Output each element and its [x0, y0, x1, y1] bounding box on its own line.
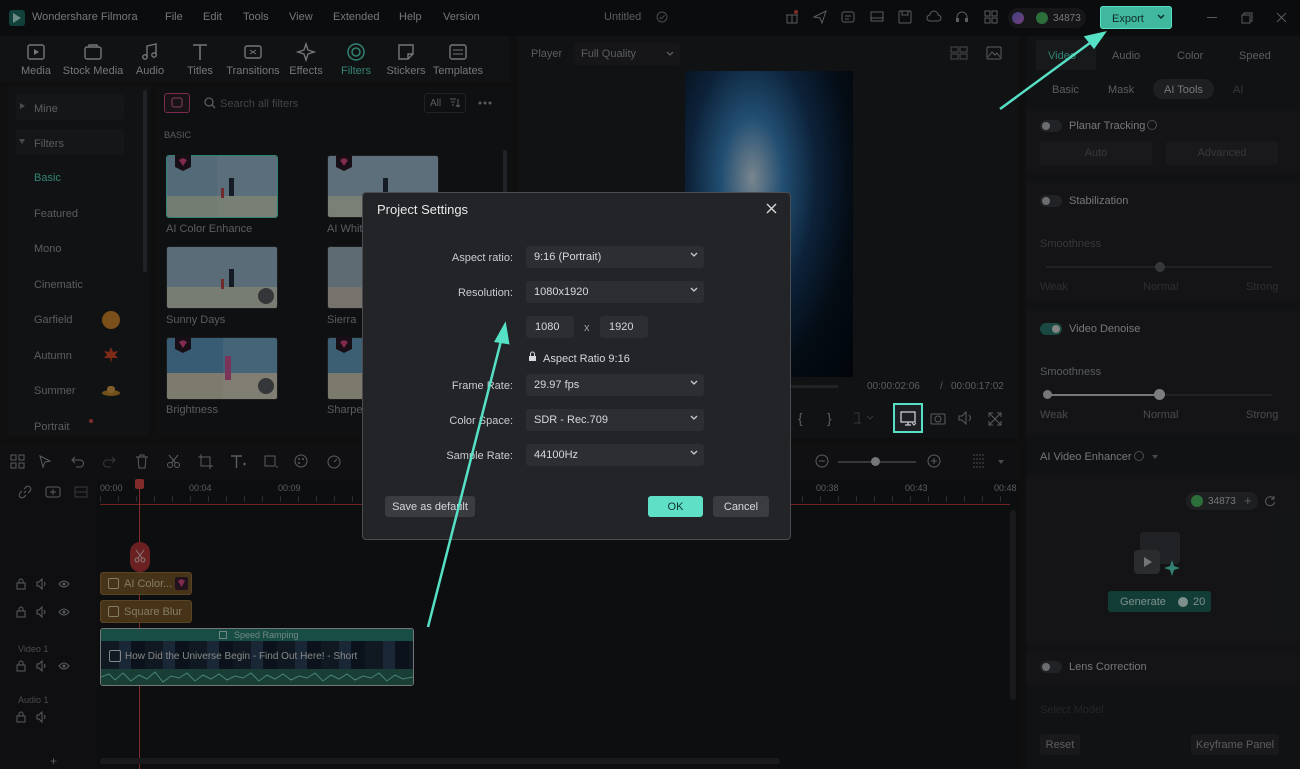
- arrow-to-width: [426, 321, 510, 628]
- annotation-arrows: [426, 31, 1107, 628]
- arrow-to-export: [999, 31, 1107, 111]
